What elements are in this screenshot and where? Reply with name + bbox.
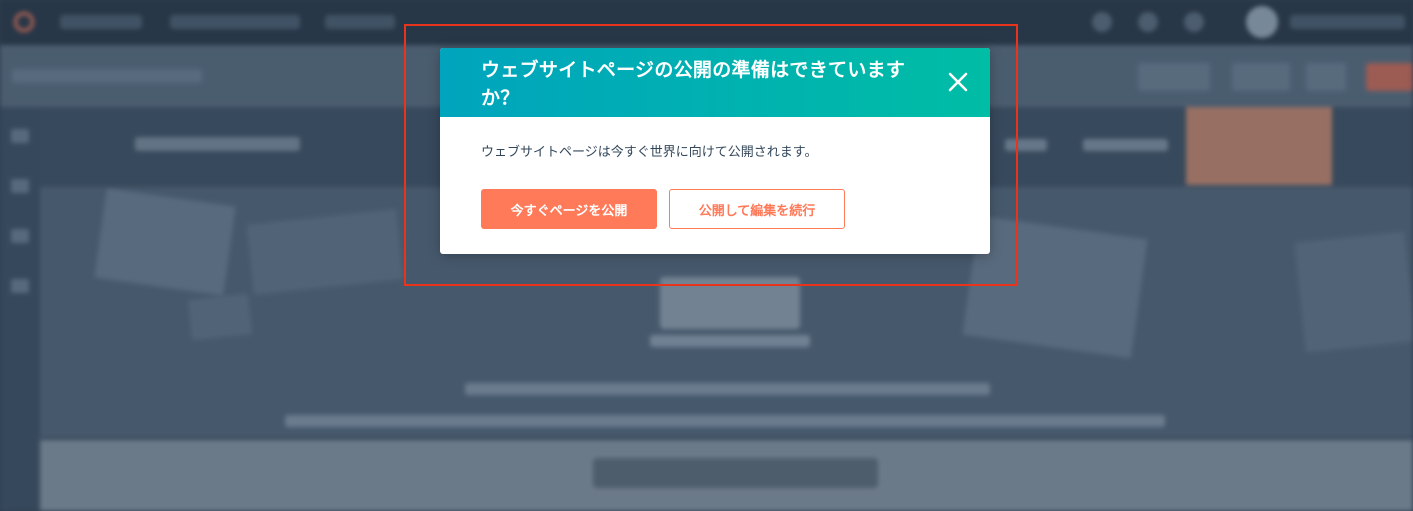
highlight-box [404, 24, 1018, 286]
